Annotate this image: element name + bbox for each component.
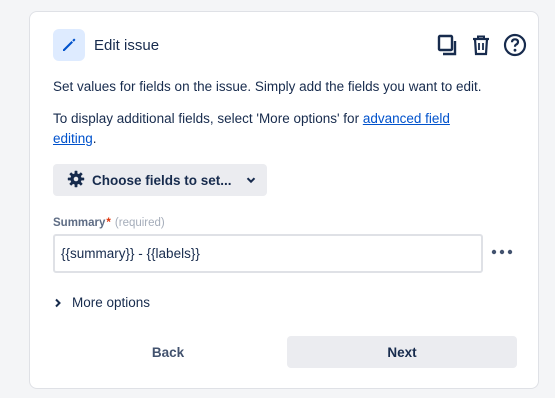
panel-title: Edit issue bbox=[94, 37, 160, 54]
gear-icon bbox=[67, 170, 85, 191]
required-asterisk: * bbox=[106, 217, 111, 229]
description-advanced: To display additional fields, select 'Mo… bbox=[53, 109, 493, 149]
choose-fields-button[interactable]: Choose fields to set... bbox=[53, 164, 267, 196]
more-options-toggle[interactable]: More options bbox=[53, 295, 150, 310]
back-button[interactable]: Back bbox=[53, 336, 283, 368]
summary-input[interactable] bbox=[53, 234, 483, 273]
chevron-right-icon bbox=[53, 298, 63, 308]
chevron-down-icon bbox=[245, 174, 257, 186]
more-options-label: More options bbox=[72, 295, 151, 310]
description-advanced-text: To display additional fields, select 'Mo… bbox=[53, 111, 363, 126]
description-advanced-suffix: . bbox=[92, 131, 97, 146]
help-icon[interactable] bbox=[502, 32, 528, 58]
choose-fields-label: Choose fields to set... bbox=[92, 172, 232, 188]
pencil-icon bbox=[53, 29, 85, 61]
copy-icon[interactable] bbox=[434, 32, 460, 58]
header-actions bbox=[434, 32, 528, 58]
description-text: Set values for fields on the issue. Simp… bbox=[53, 79, 482, 94]
panel-header: Edit issue bbox=[53, 29, 528, 65]
required-hint: (required) bbox=[114, 217, 165, 229]
summary-label: Summary* (required) bbox=[53, 217, 165, 229]
next-button[interactable]: Next bbox=[287, 336, 517, 368]
trash-icon[interactable] bbox=[468, 32, 494, 58]
summary-label-text: Summary bbox=[53, 217, 106, 229]
edit-issue-panel: Edit issue Set values for fields on the … bbox=[29, 11, 539, 389]
ellipsis-icon[interactable] bbox=[488, 242, 516, 262]
